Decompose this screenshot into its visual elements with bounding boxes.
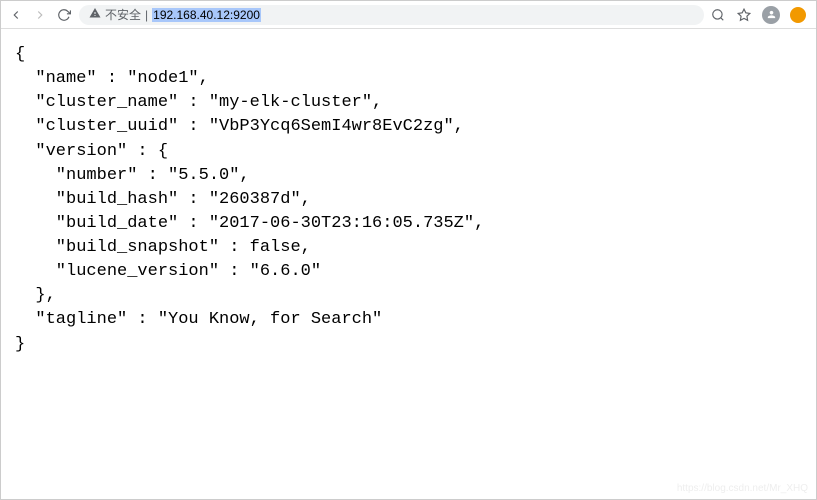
browser-address-bar: 不安全 | 192.168.40.12:9200 bbox=[1, 1, 816, 29]
json-line: "build_hash" : "260387d", bbox=[15, 190, 311, 209]
url-text[interactable]: 192.168.40.12:9200 bbox=[152, 8, 261, 22]
json-line: "name" : "node1", bbox=[15, 69, 209, 88]
json-line: } bbox=[15, 335, 25, 354]
json-line: "tagline" : "You Know, for Search" bbox=[15, 310, 382, 329]
json-line: "build_date" : "2017-06-30T23:16:05.735Z… bbox=[15, 214, 484, 233]
json-line: "cluster_uuid" : "VbP3Ycq6SemI4wr8EvC2zg… bbox=[15, 117, 464, 136]
security-label: 不安全 bbox=[105, 6, 141, 23]
zoom-icon[interactable] bbox=[710, 7, 726, 23]
page-content: { "name" : "node1", "cluster_name" : "my… bbox=[1, 29, 816, 371]
forward-button[interactable] bbox=[31, 6, 49, 24]
not-secure-icon bbox=[89, 7, 101, 22]
json-line: }, bbox=[15, 286, 56, 305]
json-line: "version" : { bbox=[15, 142, 168, 161]
watermark-text: https://blog.csdn.net/Mr_XHQ bbox=[677, 483, 808, 494]
url-input-container[interactable]: 不安全 | 192.168.40.12:9200 bbox=[79, 5, 704, 25]
separator: | bbox=[145, 8, 148, 22]
back-button[interactable] bbox=[7, 6, 25, 24]
json-line: "lucene_version" : "6.6.0" bbox=[15, 262, 321, 281]
json-line: "number" : "5.5.0", bbox=[15, 166, 250, 185]
profile-avatar-icon[interactable] bbox=[762, 6, 780, 24]
json-line: "cluster_name" : "my-elk-cluster", bbox=[15, 93, 382, 112]
json-line: "build_snapshot" : false, bbox=[15, 238, 311, 257]
notification-badge-icon[interactable] bbox=[790, 7, 806, 23]
toolbar-right bbox=[710, 6, 810, 24]
json-line: { bbox=[15, 45, 25, 64]
bookmark-star-icon[interactable] bbox=[736, 7, 752, 23]
reload-button[interactable] bbox=[55, 6, 73, 24]
